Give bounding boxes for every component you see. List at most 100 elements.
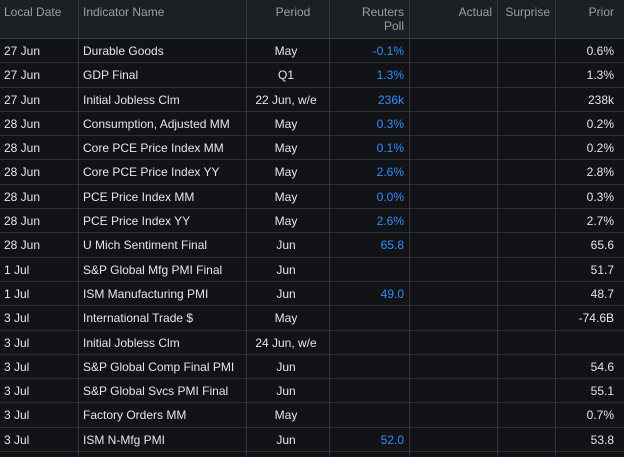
- cell-reuters-poll: 236k: [377, 92, 404, 107]
- table-row[interactable]: 3 Jul ISM N-Mfg PMI Jun 52.0 53.8: [0, 428, 624, 453]
- cell-reuters-poll: 0.3%: [376, 116, 404, 131]
- column-divider: [409, 0, 410, 457]
- cell-period: Jun: [276, 238, 296, 253]
- cell-period: Jun: [276, 384, 296, 399]
- cell-indicator-name: GDP Final: [83, 68, 139, 83]
- cell-reuters-poll: 0.0%: [376, 189, 404, 204]
- table-row[interactable]: 28 Jun Core PCE Price Index MM May 0.1% 0.2%: [0, 136, 624, 161]
- cell-indicator-name: Initial Jobless Clm: [83, 335, 180, 350]
- cell-period: May: [274, 408, 298, 423]
- cell-reuters-poll: 65.8: [380, 238, 404, 253]
- cell-indicator-name: Initial Jobless Clm: [83, 92, 180, 107]
- table-row[interactable]: 1 Jul S&P Global Mfg PMI Final Jun 51.7: [0, 258, 624, 282]
- cell-reuters-poll: 1.3%: [376, 68, 404, 83]
- table-row[interactable]: 3 Jul Factory Orders MM May 0.7%: [0, 403, 624, 428]
- cell-prior: 53.8: [590, 432, 614, 447]
- header-reuters-poll-line2: Poll: [383, 19, 404, 33]
- cell-reuters-poll: 49.0: [380, 286, 404, 301]
- table-row[interactable]: 27 Jun GDP Final Q1 1.3% 1.3%: [0, 63, 624, 88]
- cell-local-date: 3 Jul: [4, 384, 30, 399]
- table-row[interactable]: 28 Jun PCE Price Index YY May 2.6% 2.7%: [0, 209, 624, 234]
- cell-indicator-name: Core PCE Price Index MM: [83, 141, 224, 156]
- cell-period: May: [274, 189, 298, 204]
- cell-period: Jun: [276, 359, 296, 374]
- table-row[interactable]: 27 Jun Initial Jobless Clm 22 Jun, w/e 236k…: [0, 88, 624, 112]
- cell-prior: 2.7%: [586, 214, 614, 229]
- cell-period: May: [274, 214, 298, 229]
- cell-local-date: 3 Jul: [4, 408, 30, 423]
- cell-reuters-poll: 52.0: [380, 432, 404, 447]
- column-divider: [246, 0, 247, 457]
- cell-indicator-name: S&P Global Mfg PMI Final: [83, 262, 223, 277]
- cell-period: Jun: [276, 432, 296, 447]
- cell-reuters-poll: 2.6%: [376, 165, 404, 180]
- cell-indicator-name: Consumption, Adjusted MM: [83, 116, 230, 131]
- column-divider: [497, 0, 498, 457]
- cell-prior: -74.6B: [578, 311, 614, 326]
- cell-local-date: 27 Jun: [4, 68, 41, 83]
- header-reuters-poll-line1: Reuters: [361, 5, 404, 19]
- table-row[interactable]: 3 Jul S&P Global Svcs PMI Final Jun 55.1: [0, 379, 624, 404]
- cell-period: 24 Jun, w/e: [255, 335, 317, 350]
- cell-local-date: 3 Jul: [4, 359, 30, 374]
- cell-indicator-name: S&P Global Comp Final PMI: [83, 359, 235, 374]
- header-period[interactable]: Period: [262, 5, 324, 19]
- header-local-date[interactable]: Local Date: [4, 5, 61, 19]
- cell-period: 22 Jun, w/e: [255, 92, 317, 107]
- cell-local-date: 3 Jul: [4, 311, 30, 326]
- cell-local-date: 28 Jun: [4, 189, 41, 204]
- cell-indicator-name: S&P Global Svcs PMI Final: [83, 384, 229, 399]
- cell-local-date: 1 Jul: [4, 286, 30, 301]
- cell-indicator-name: PCE Price Index YY: [83, 214, 191, 229]
- cell-prior: 2.8%: [586, 165, 614, 180]
- cell-local-date: 3 Jul: [4, 335, 30, 350]
- cell-prior: 65.6: [590, 238, 614, 253]
- cell-prior: 48.7: [590, 286, 614, 301]
- cell-reuters-poll: 0.1%: [376, 141, 404, 156]
- cell-local-date: 3 Jul: [4, 432, 30, 447]
- cell-local-date: 27 Jun: [4, 44, 41, 58]
- cell-prior: 54.6: [590, 359, 614, 374]
- cell-local-date: 28 Jun: [4, 214, 41, 229]
- header-prior[interactable]: Prior: [564, 5, 614, 19]
- table-row[interactable]: 28 Jun U Mich Sentiment Final Jun 65.8 65.6: [0, 233, 624, 258]
- cell-period: Q1: [277, 68, 294, 83]
- cell-local-date: 28 Jun: [4, 141, 41, 156]
- cell-prior: 0.6%: [586, 44, 614, 58]
- cell-indicator-name: U Mich Sentiment Final: [83, 238, 208, 253]
- table-row[interactable]: 28 Jun Core PCE Price Index YY May 2.6% 2.8%: [0, 160, 624, 185]
- table-row[interactable]: 3 Jul International Trade $ May -74.6B: [0, 306, 624, 331]
- cell-indicator-name: Factory Orders MM: [83, 408, 187, 423]
- cell-prior: 238k: [587, 92, 614, 107]
- cell-prior: 1.3%: [586, 68, 614, 83]
- column-divider: [329, 0, 330, 457]
- header-indicator-name[interactable]: Indicator Name: [83, 5, 164, 19]
- cell-period: May: [274, 141, 298, 156]
- cell-indicator-name: ISM N-Mfg PMI: [83, 432, 166, 447]
- table-row[interactable]: 27 Jun Durable Goods May -0.1% 0.6%: [0, 39, 624, 64]
- column-divider: [555, 0, 556, 457]
- cell-indicator-name: PCE Price Index MM: [83, 189, 195, 204]
- cell-reuters-poll: -0.1%: [372, 44, 404, 58]
- cell-period: May: [274, 165, 298, 180]
- cell-indicator-name: Core PCE Price Index YY: [83, 165, 220, 180]
- cell-local-date: 27 Jun: [4, 92, 41, 107]
- table-body: 27 Jun Durable Goods May -0.1% 0.6% 27 Jun GDP…: [0, 39, 624, 453]
- cell-prior: 0.2%: [586, 116, 614, 131]
- cell-local-date: 28 Jun: [4, 165, 41, 180]
- cell-period: May: [274, 44, 298, 58]
- header-surprise[interactable]: Surprise: [492, 5, 550, 19]
- table-row[interactable]: 28 Jun PCE Price Index MM May 0.0% 0.3%: [0, 185, 624, 210]
- table-row[interactable]: 1 Jul ISM Manufacturing PMI Jun 49.0 48.7: [0, 282, 624, 307]
- cell-prior: 55.1: [590, 384, 614, 399]
- cell-period: May: [274, 116, 298, 131]
- cell-local-date: 28 Jun: [4, 238, 41, 253]
- header-actual[interactable]: Actual: [430, 5, 492, 19]
- header-reuters-poll[interactable]: Reuters Poll: [340, 5, 404, 33]
- table-row[interactable]: 28 Jun Consumption, Adjusted MM May 0.3% 0.2…: [0, 112, 624, 137]
- table-row[interactable]: 3 Jul Initial Jobless Clm 24 Jun, w/e: [0, 331, 624, 355]
- table-row[interactable]: 3 Jul S&P Global Comp Final PMI Jun 54.6: [0, 355, 624, 380]
- cell-local-date: 1 Jul: [4, 262, 30, 277]
- cell-period: May: [274, 311, 298, 326]
- table-header: Local Date Indicator Name Period Reuters…: [0, 0, 624, 39]
